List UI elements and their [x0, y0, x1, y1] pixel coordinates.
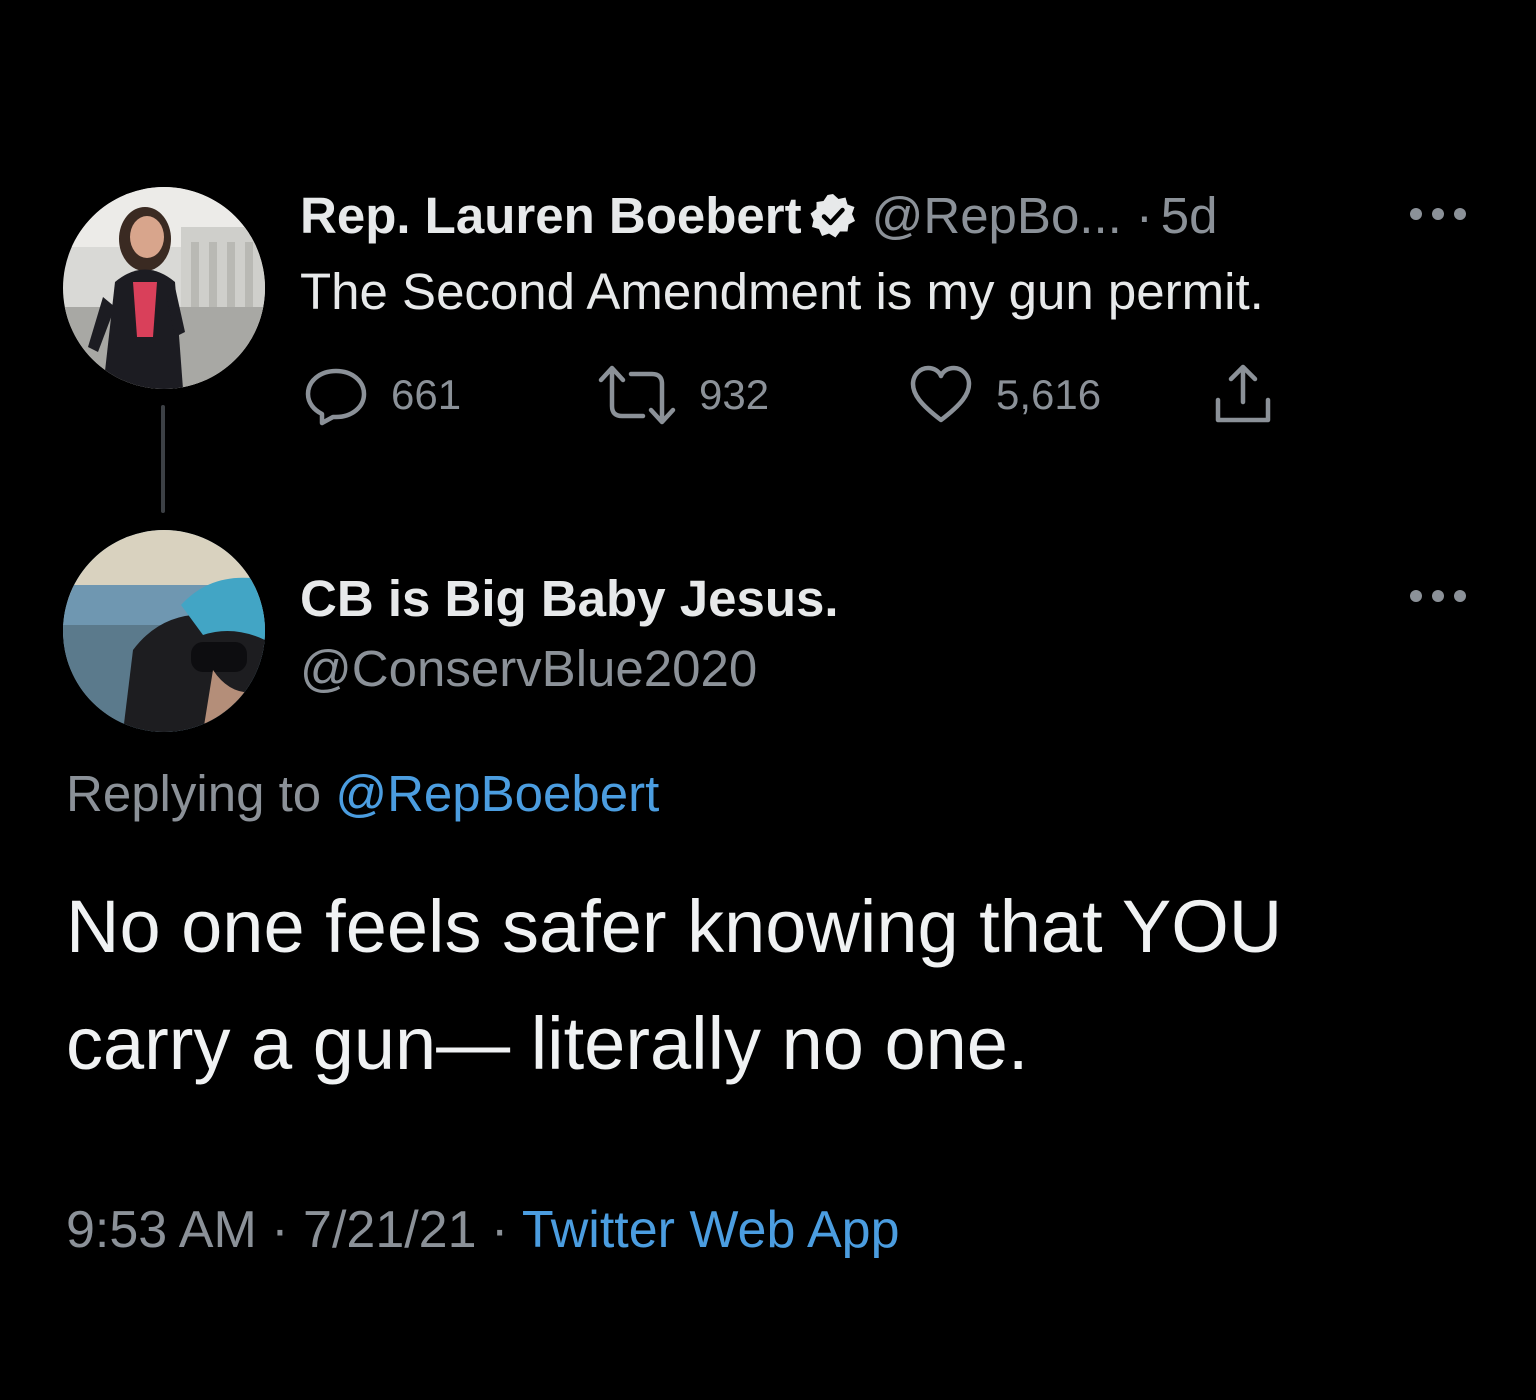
parent-avatar[interactable] [63, 187, 265, 389]
more-icon[interactable] [1410, 207, 1466, 221]
share-icon [1215, 364, 1271, 423]
meta-separator-1: · [271, 1201, 289, 1259]
retweet-button[interactable]: 932 [597, 362, 769, 428]
parent-avatar-image [63, 187, 265, 389]
parent-tweet-header: Rep. Lauren Boebert @RepBo... · 5d [300, 180, 1218, 250]
replying-to-mention[interactable]: @RepBoebert [335, 765, 659, 822]
reply-text-line-1: No one feels safer knowing that YOU [66, 885, 1283, 968]
verified-badge-icon [810, 192, 856, 238]
like-count: 5,616 [996, 371, 1102, 418]
reply-icon [305, 368, 367, 426]
reply-count: 661 [391, 371, 462, 418]
tweet-metadata: 9:53 AM · 7/21/21 · Twitter Web App [66, 1192, 900, 1268]
parent-separator: · [1135, 186, 1153, 244]
reply-display-name[interactable]: CB is Big Baby Jesus. [300, 564, 839, 634]
reply-avatar[interactable] [63, 530, 265, 732]
tweet-time[interactable]: 9:53 AM [66, 1201, 257, 1259]
parent-tweet-text: The Second Amendment is my gun permit. [300, 263, 1264, 320]
thread-line [161, 405, 165, 513]
reply-button[interactable]: 661 [303, 362, 461, 428]
like-icon [910, 365, 972, 423]
reply-avatar-image [63, 530, 265, 732]
meta-separator-2: · [490, 1201, 509, 1259]
more-icon[interactable] [1410, 589, 1466, 603]
parent-display-name[interactable]: Rep. Lauren Boebert [300, 186, 802, 245]
share-button[interactable] [1210, 362, 1276, 428]
tweet-source-link[interactable]: Twitter Web App [522, 1201, 900, 1259]
retweet-icon [598, 365, 676, 425]
replying-to: Replying to @RepBoebert [66, 756, 659, 832]
reply-text-line-2: carry a gun— literally no one. [66, 1002, 1029, 1085]
reply-handle[interactable]: @ConservBlue2020 [300, 634, 757, 704]
tweet-date[interactable]: 7/21/21 [303, 1201, 477, 1259]
parent-age[interactable]: 5d [1161, 186, 1218, 245]
retweet-count: 932 [699, 371, 770, 418]
parent-handle[interactable]: @RepBo... [872, 186, 1122, 245]
reply-tweet-text: No one feels safer knowing that YOU carr… [66, 868, 1486, 1102]
like-button[interactable]: 5,616 [908, 362, 1101, 428]
replying-to-label: Replying to [66, 765, 322, 822]
